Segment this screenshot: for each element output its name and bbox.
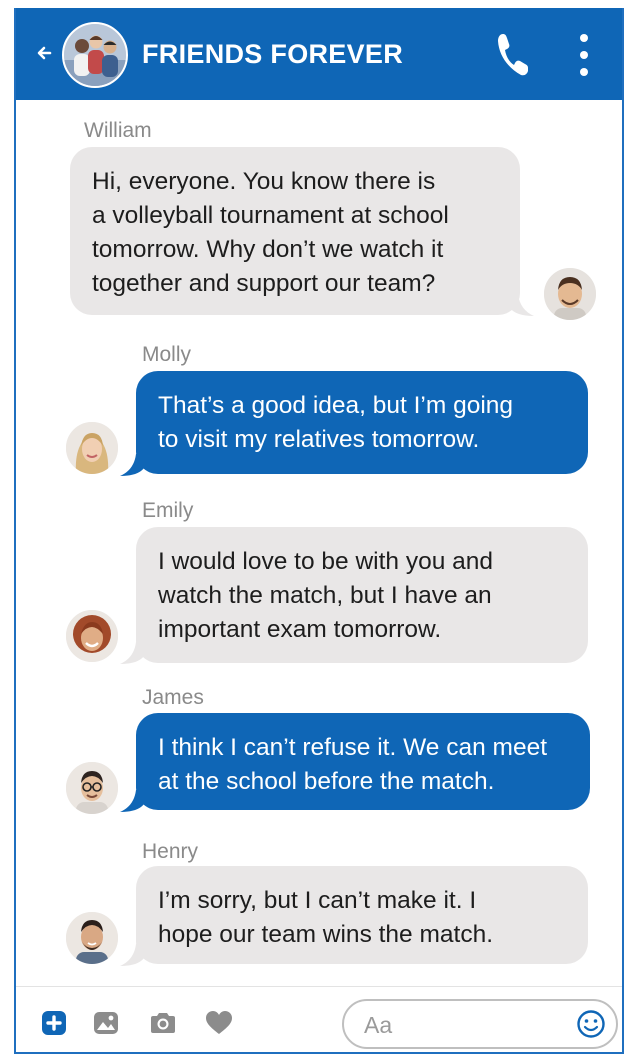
emoji-icon[interactable] xyxy=(576,1009,606,1039)
message-line: I’m sorry, but I can’t make it. I xyxy=(158,887,477,914)
camera-icon[interactable] xyxy=(148,1009,176,1037)
message-line: to visit my relatives tomorrow. xyxy=(158,426,480,453)
message-line: That’s a good idea, but I’m going xyxy=(158,392,514,419)
message-line: a volleyball tournament at school xyxy=(92,202,449,229)
bubble-tail xyxy=(120,642,144,664)
avatar-william[interactable] xyxy=(542,266,598,322)
avatar-henry[interactable] xyxy=(64,910,120,966)
message-bubble: That’s a good idea, but I’m going to vis… xyxy=(136,371,588,474)
message-line: I think I can’t refuse it. We can meet xyxy=(158,734,547,761)
sender-name: William xyxy=(84,119,152,142)
group-title: FRIENDS FOREVER xyxy=(142,39,404,69)
sender-name: Henry xyxy=(142,840,199,863)
heart-icon[interactable] xyxy=(204,1009,232,1037)
sender-name: Molly xyxy=(142,343,192,366)
message-bubble: I would love to be with you and watch th… xyxy=(136,527,588,663)
plus-icon[interactable] xyxy=(40,1009,68,1037)
message-input-wrapper xyxy=(342,999,618,1049)
chat-header: FRIENDS FOREVER xyxy=(16,8,622,100)
message-bubble: I’m sorry, but I can’t make it. I hope o… xyxy=(136,866,588,964)
bubble-tail xyxy=(120,944,144,966)
message-bubble: I think I can’t refuse it. We can meet a… xyxy=(136,713,590,810)
more-vertical-icon[interactable] xyxy=(576,30,592,80)
bubble-tail xyxy=(120,454,144,476)
image-icon[interactable] xyxy=(92,1009,120,1037)
chat-window: FRIENDS FOREVER William Hi, everyone. Yo… xyxy=(14,8,624,1054)
group-avatar[interactable] xyxy=(62,22,128,88)
message-line: at the school before the match. xyxy=(158,768,495,795)
message-line: I would love to be with you and xyxy=(158,548,494,575)
bubble-tail xyxy=(510,294,534,316)
back-arrow-icon[interactable] xyxy=(36,42,54,64)
message-bubble: Hi, everyone. You know there is a volley… xyxy=(70,147,520,315)
avatar-molly[interactable] xyxy=(64,420,120,476)
avatar-james[interactable] xyxy=(64,760,120,816)
sender-name: James xyxy=(142,686,204,709)
message-line: together and support our team? xyxy=(92,270,436,297)
message-line: hope our team wins the match. xyxy=(158,921,494,948)
composer-bar xyxy=(16,986,622,1052)
message-line: watch the match, but I have an xyxy=(158,582,492,609)
sender-name: Emily xyxy=(142,499,194,522)
message-line: Hi, everyone. You know there is xyxy=(92,168,436,195)
message-line: tomorrow. Why don’t we watch it xyxy=(92,236,444,263)
bubble-tail xyxy=(120,790,144,812)
message-input[interactable] xyxy=(362,1007,566,1043)
avatar-emily[interactable] xyxy=(64,608,120,664)
message-line: important exam tomorrow. xyxy=(158,616,442,643)
screen: FRIENDS FOREVER William Hi, everyone. Yo… xyxy=(0,0,640,1056)
phone-icon[interactable] xyxy=(494,30,530,78)
